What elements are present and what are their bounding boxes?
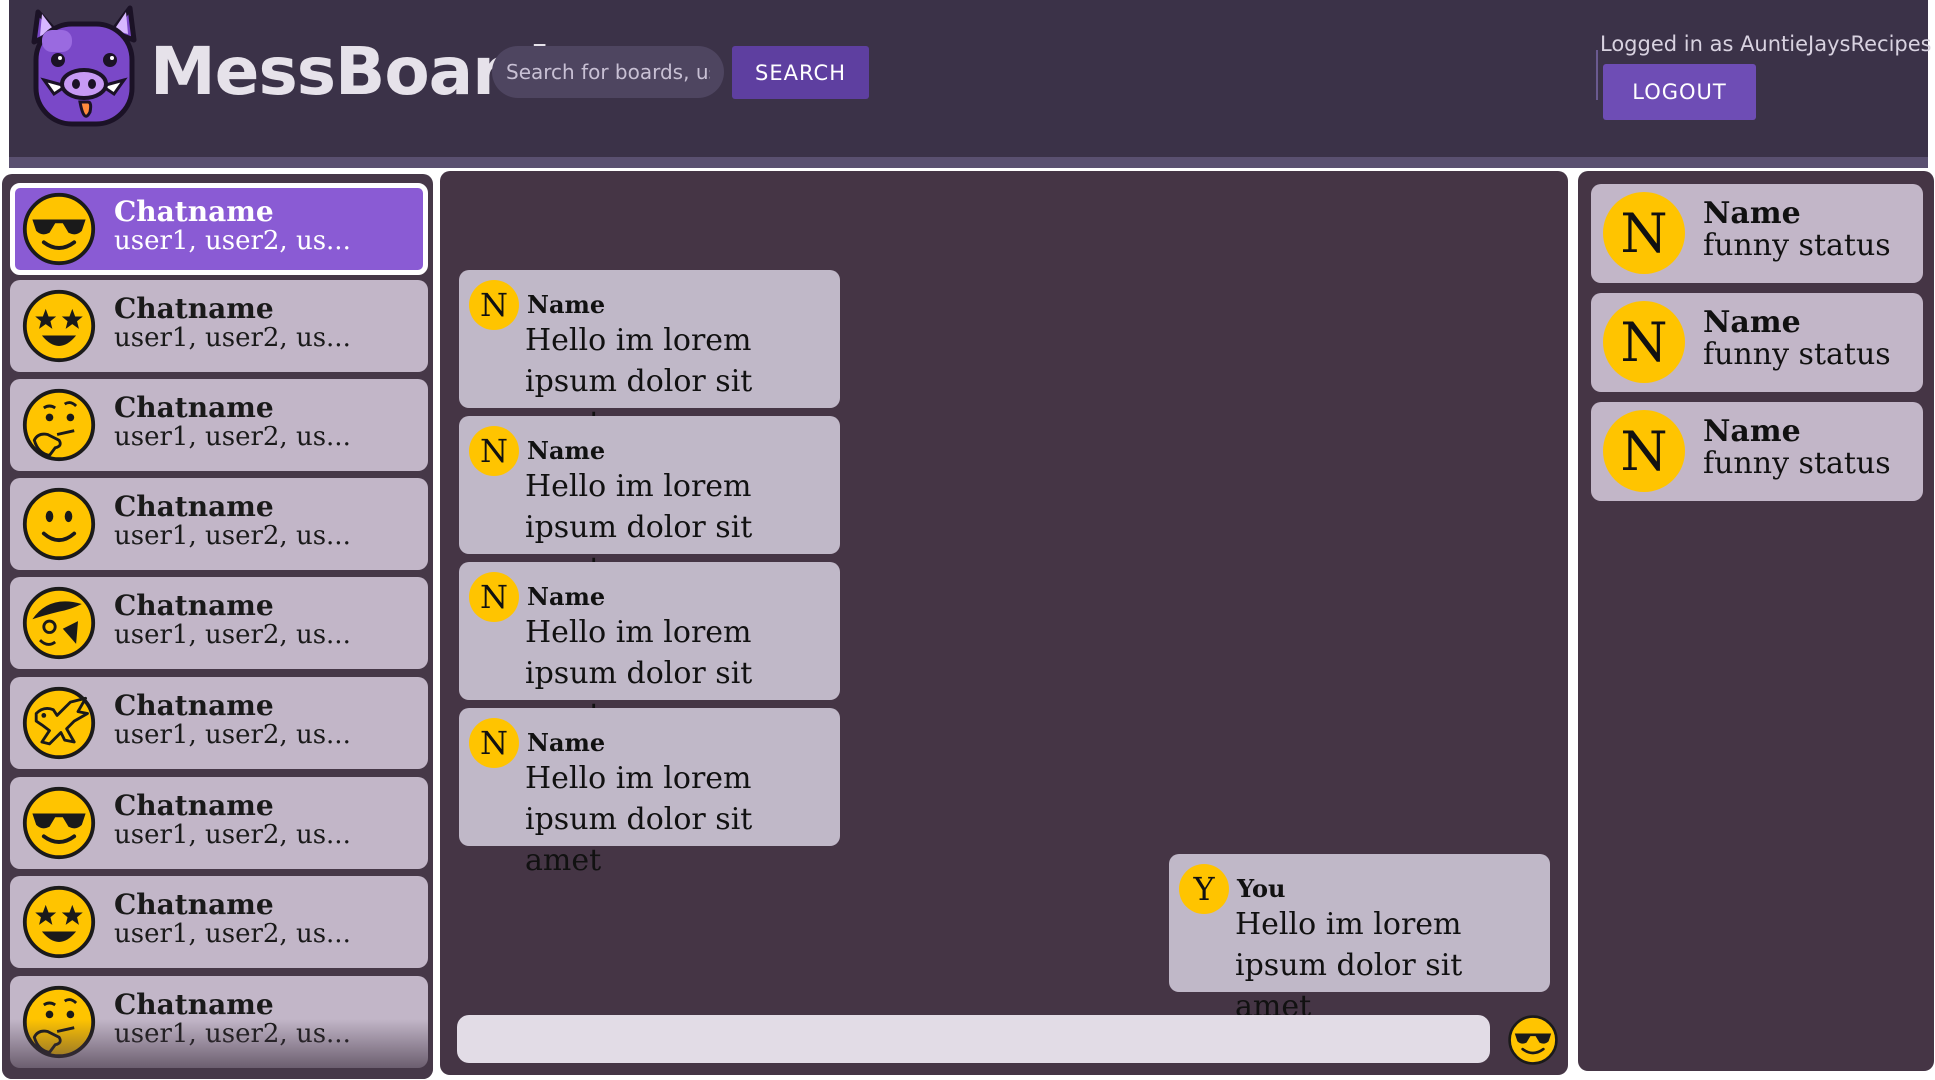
search-input[interactable] — [492, 46, 724, 98]
chat-members: user1, user2, us... — [114, 521, 351, 551]
member-avatar: N — [1603, 301, 1685, 383]
top-bar-divider — [9, 157, 1928, 168]
slightly-smiling-face-icon — [22, 487, 96, 561]
sender-name: Name — [527, 728, 606, 757]
chat-title: Chatname — [114, 689, 274, 722]
chat-item[interactable]: Chatname user1, user2, us... — [10, 677, 428, 769]
logout-button[interactable]: LOGOUT — [1603, 64, 1756, 120]
message-bubble: N Name Hello im lorem ipsum dolor sit am… — [459, 562, 840, 732]
sender-avatar: Y — [1179, 864, 1229, 914]
chat-item[interactable]: Chatname user1, user2, us... — [10, 577, 428, 669]
thinking-face-icon — [22, 985, 96, 1059]
message-bubble: N Name Hello im lorem ipsum dolor sit am… — [459, 708, 840, 878]
star-struck-face-icon — [22, 885, 96, 959]
chat-item[interactable]: Chatname user1, user2, us... — [10, 379, 428, 471]
sender-name: Name — [527, 582, 606, 611]
member-card[interactable]: N Name funny status — [1591, 402, 1923, 501]
member-avatar: N — [1603, 192, 1685, 274]
member-status: funny status — [1703, 228, 1891, 263]
chat-members: user1, user2, us... — [114, 226, 351, 256]
sender-name: You — [1237, 874, 1286, 903]
member-name: Name — [1703, 414, 1801, 449]
member-card[interactable]: N Name funny status — [1591, 184, 1923, 283]
chat-list-sidebar: Chatname user1, user2, us... Chatname us… — [2, 174, 433, 1079]
sender-avatar: N — [469, 718, 519, 768]
chat-title: Chatname — [114, 391, 274, 424]
message-text: Hello im lorem ipsum dolor sit amet — [1235, 907, 1463, 1024]
chat-item[interactable]: Chatname user1, user2, us... — [10, 478, 428, 570]
chat-title: Chatname — [114, 589, 274, 622]
chat-title: Chatname — [114, 888, 274, 921]
chat-members: user1, user2, us... — [114, 620, 351, 650]
chat-item[interactable]: Chatname user1, user2, us... — [10, 777, 428, 869]
boar-logo-icon — [31, 5, 137, 127]
member-avatar: N — [1603, 410, 1685, 492]
sender-avatar: N — [469, 280, 519, 330]
sender-name: Name — [527, 290, 606, 319]
star-struck-face-icon — [22, 289, 96, 363]
chat-members: user1, user2, us... — [114, 720, 351, 750]
app-brand: MessBoard — [150, 33, 551, 110]
member-status: funny status — [1703, 446, 1891, 481]
header-divider — [1596, 50, 1598, 100]
chat-item[interactable]: Chatname user1, user2, us... — [10, 876, 428, 968]
chat-members: user1, user2, us... — [114, 323, 351, 353]
sender-name: Name — [527, 436, 606, 465]
message-bubble: N Name Hello im lorem ipsum dolor sit am… — [459, 416, 840, 586]
chat-item[interactable]: Chatname user1, user2, us... — [10, 183, 428, 275]
eagle-icon — [22, 686, 96, 760]
thinking-face-icon — [22, 388, 96, 462]
chat-members: user1, user2, us... — [114, 820, 351, 850]
member-name: Name — [1703, 196, 1801, 231]
chat-title: Chatname — [114, 292, 274, 325]
chat-members: user1, user2, us... — [114, 422, 351, 452]
sunglasses-face-icon — [22, 786, 96, 860]
member-card[interactable]: N Name funny status — [1591, 293, 1923, 392]
own-message-bubble: Y You Hello im lorem ipsum dolor sit ame… — [1169, 854, 1550, 1024]
sunglasses-face-icon — [22, 192, 96, 266]
message-bubble: N Name Hello im lorem ipsum dolor sit am… — [459, 270, 840, 440]
chat-title: Chatname — [114, 195, 274, 228]
chat-title: Chatname — [114, 988, 274, 1021]
chat-title: Chatname — [114, 789, 274, 822]
search-button[interactable]: SEARCH — [732, 46, 869, 99]
sender-avatar: N — [469, 572, 519, 622]
message-input[interactable] — [457, 1015, 1490, 1063]
chat-title: Chatname — [114, 490, 274, 523]
chat-item[interactable]: Chatname user1, user2, us... — [10, 280, 428, 372]
member-name: Name — [1703, 305, 1801, 340]
strange-face-icon — [22, 586, 96, 660]
chat-members: user1, user2, us... — [114, 919, 351, 949]
chat-members: user1, user2, us... — [114, 1019, 351, 1049]
sender-avatar: N — [469, 426, 519, 476]
chat-item[interactable]: Chatname user1, user2, us... — [10, 976, 428, 1068]
message-text: Hello im lorem ipsum dolor sit amet — [525, 761, 753, 878]
sunglasses-face-icon[interactable] — [1507, 1014, 1559, 1066]
member-status: funny status — [1703, 337, 1891, 372]
logged-in-label: Logged in as AuntieJaysRecipes — [1600, 32, 1932, 56]
